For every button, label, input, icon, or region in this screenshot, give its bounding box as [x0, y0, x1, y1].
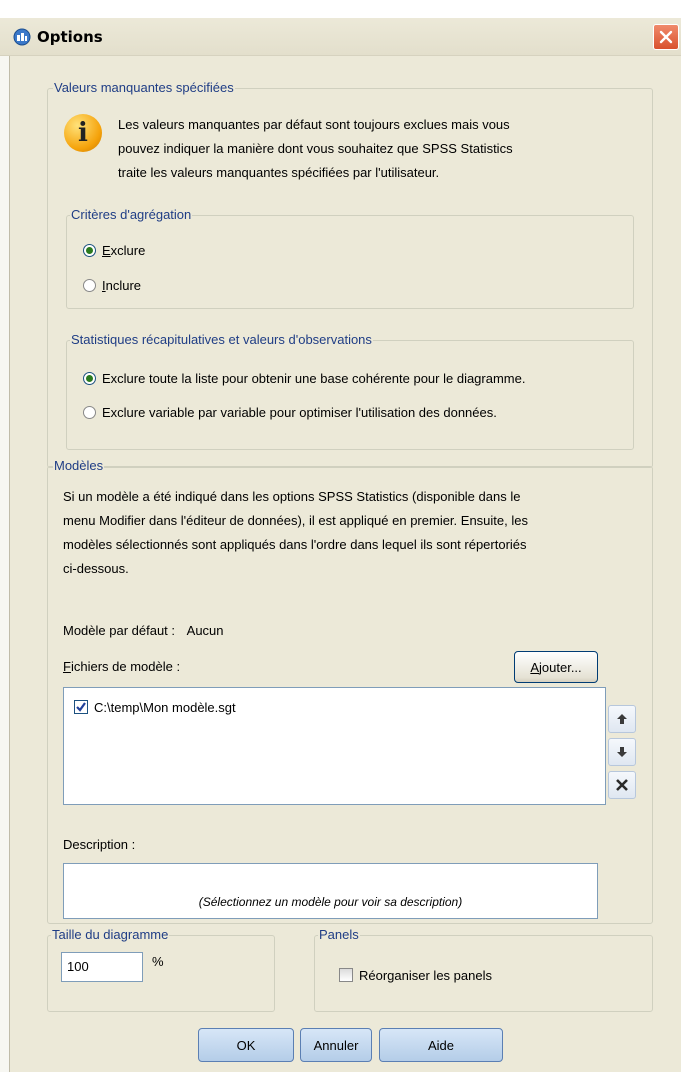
- summary-stats-legend: Statistiques récapitulatives et valeurs …: [70, 332, 373, 348]
- default-template-row: Modèle par défaut : Aucun: [63, 619, 224, 643]
- remove-template-button[interactable]: [608, 771, 636, 799]
- template-files-label: Fichiers de modèle :: [63, 659, 181, 674]
- help-button-label: Aide: [427, 1037, 455, 1053]
- templates-group: Modèles Si un modèle a été indiqué dans …: [47, 458, 653, 924]
- arrow-up-icon: [617, 714, 627, 724]
- missing-values-group: Valeurs manquantes spécifiées i Les vale…: [47, 80, 653, 468]
- template-file-item[interactable]: C:\temp\Mon modèle.sgt: [74, 698, 236, 716]
- chart-size-group: Taille du diagramme 100 %: [47, 927, 275, 1012]
- template-files-list[interactable]: C:\temp\Mon modèle.sgt: [63, 687, 606, 805]
- radio-exclude-indicator[interactable]: [83, 243, 96, 257]
- templates-description: Si un modèle a été indiqué dans les opti…: [63, 489, 528, 576]
- ok-button[interactable]: OK: [198, 1028, 294, 1062]
- add-template-button[interactable]: Ajouter...: [514, 651, 598, 683]
- add-template-button-label: Ajouter...: [530, 659, 582, 675]
- template-file-checkbox[interactable]: [74, 700, 88, 714]
- missing-values-legend: Valeurs manquantes spécifiées: [53, 80, 235, 96]
- template-description-box: (Sélectionnez un modèle pour voir sa des…: [63, 863, 598, 919]
- radio-listwise-label: Exclure toute la liste pour obtenir une …: [102, 370, 526, 386]
- wrap-panels-option[interactable]: Réorganiser les panels: [339, 966, 492, 984]
- radio-exclude-label: Exclure: [102, 242, 146, 258]
- description-label: Description :: [63, 837, 136, 852]
- aggregation-group: Critères d'agrégation Exclure Inclure: [66, 207, 634, 309]
- cancel-button[interactable]: Annuler: [300, 1028, 372, 1062]
- app-icon: [13, 28, 31, 46]
- delete-icon: [616, 779, 628, 791]
- templates-legend: Modèles: [53, 458, 105, 474]
- chart-size-unit: %: [152, 954, 164, 969]
- ok-button-label: OK: [236, 1037, 256, 1053]
- window-title: Options: [37, 28, 103, 46]
- checkmark-icon: [76, 702, 86, 712]
- wrap-panels-label: Réorganiser les panels: [359, 967, 492, 983]
- aggregation-legend: Critères d'agrégation: [70, 207, 193, 223]
- radio-include-label: Inclure: [102, 277, 142, 293]
- close-button[interactable]: [653, 24, 679, 50]
- radio-include-indicator[interactable]: [83, 278, 96, 292]
- wrap-panels-checkbox[interactable]: [339, 968, 353, 982]
- title-bar[interactable]: Options: [0, 18, 681, 56]
- radio-listwise-indicator[interactable]: [83, 371, 96, 385]
- chart-size-input[interactable]: 100: [61, 952, 143, 982]
- default-template-label: Modèle par défaut :: [63, 623, 176, 638]
- cancel-button-label: Annuler: [313, 1037, 359, 1053]
- help-button[interactable]: Aide: [379, 1028, 503, 1062]
- radio-variable-label: Exclure variable par variable pour optim…: [102, 404, 497, 420]
- radio-variable[interactable]: Exclure variable par variable pour optim…: [83, 403, 497, 421]
- options-dialog: Options Valeurs manquantes spécifiées i …: [0, 18, 681, 1072]
- window-left-border: [0, 56, 10, 1072]
- radio-exclude[interactable]: Exclure: [83, 241, 145, 259]
- summary-stats-group: Statistiques récapitulatives et valeurs …: [66, 332, 634, 450]
- arrow-down-icon: [617, 747, 627, 757]
- template-description-placeholder: (Sélectionnez un modèle pour voir sa des…: [198, 895, 463, 909]
- missing-values-info: Les valeurs manquantes par défaut sont t…: [118, 117, 513, 180]
- close-icon: [659, 30, 673, 44]
- default-template-value: Aucun: [186, 623, 224, 638]
- info-icon: i: [64, 114, 102, 152]
- template-file-path: C:\temp\Mon modèle.sgt: [94, 699, 236, 715]
- move-up-button[interactable]: [608, 705, 636, 733]
- move-down-button[interactable]: [608, 738, 636, 766]
- panels-legend: Panels: [318, 927, 360, 943]
- radio-variable-indicator[interactable]: [83, 405, 96, 419]
- radio-listwise[interactable]: Exclure toute la liste pour obtenir une …: [83, 369, 525, 387]
- panels-group: Panels Réorganiser les panels: [314, 927, 653, 1012]
- chart-size-legend: Taille du diagramme: [51, 927, 170, 943]
- radio-include[interactable]: Inclure: [83, 276, 141, 294]
